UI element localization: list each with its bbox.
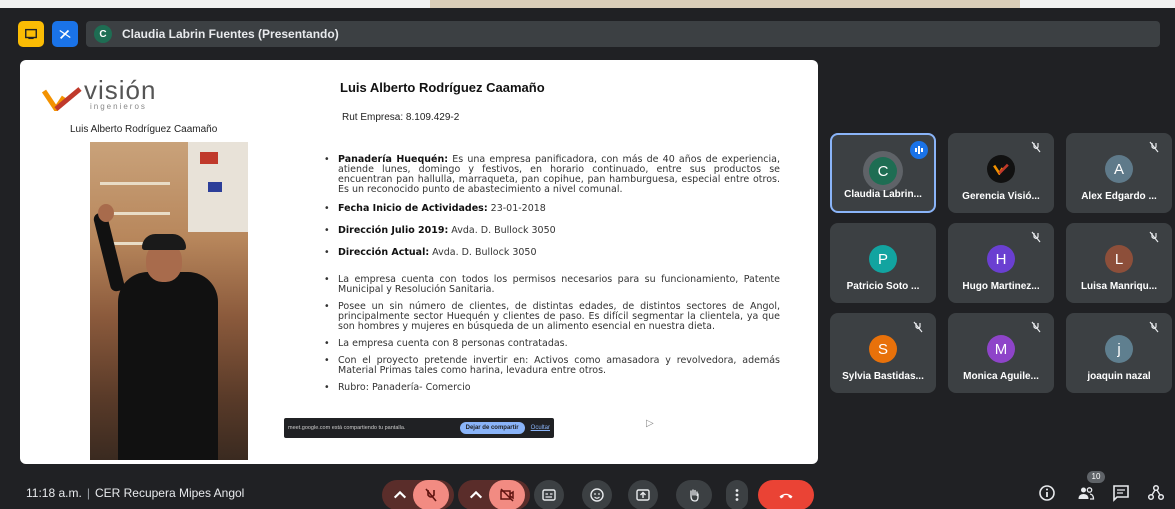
mic-off-icon — [1031, 321, 1041, 333]
list-item: Dirección Actual: Avda. D. Bullock 3050 — [320, 248, 780, 259]
presenter-name: Claudia Labrin Fuentes (Presentando) — [122, 27, 339, 41]
pen-off-icon — [59, 29, 71, 39]
presentation-layout-button[interactable] — [18, 21, 44, 47]
people-icon[interactable] — [1077, 484, 1095, 502]
list-item: Panadería Huequén: Es una empresa panifi… — [320, 155, 780, 195]
participant-name: joaquin nazal — [1087, 371, 1151, 382]
presentation-icon — [25, 28, 37, 40]
company-rut: Rut Empresa: 8.109.429-2 — [342, 112, 460, 123]
participant-tile[interactable]: j joaquin nazal — [1066, 313, 1172, 393]
participant-name: Gerencia Visió... — [962, 191, 1040, 202]
reactions-button[interactable] — [582, 480, 612, 509]
mic-control-group — [382, 480, 454, 509]
participant-tile[interactable]: M Monica Aguile... — [948, 313, 1054, 393]
mic-off-icon — [1149, 321, 1159, 333]
cursor-icon: ▷ — [646, 418, 654, 429]
participant-tile[interactable]: H Hugo Martinez... — [948, 223, 1054, 303]
avatar: A — [1105, 155, 1133, 183]
meeting-time: 11:18 a.m. — [26, 486, 82, 500]
participant-name: Sylvia Bastidas... — [842, 371, 924, 382]
list-item: Dirección Julio 2019: Avda. D. Bullock 3… — [320, 226, 780, 237]
participant-name: Luisa Manriqu... — [1080, 281, 1158, 292]
logo-word: visión — [84, 75, 157, 105]
participant-name: Monica Aguile... — [963, 371, 1039, 382]
hand-icon — [690, 489, 699, 502]
mic-off-icon — [1031, 141, 1041, 153]
list-item: Con el proyecto pretende invertir en: Ac… — [320, 356, 780, 376]
meeting-details-icon[interactable] — [1038, 484, 1056, 502]
mic-off-icon — [913, 321, 923, 333]
bakery-photo — [90, 142, 248, 460]
vision-logo: visión ingenieros — [42, 75, 157, 111]
list-item: Fecha Inicio de Actividades: 23-01-2018 — [320, 204, 780, 215]
camera-toggle-button[interactable] — [489, 480, 525, 509]
participant-tile[interactable]: C Claudia Labrin... — [830, 133, 936, 213]
slide-title: Luis Alberto Rodríguez Caamaño — [340, 80, 545, 95]
list-item: La empresa cuenta con todos los permisos… — [320, 275, 780, 295]
mic-toggle-button[interactable] — [413, 480, 449, 509]
mic-options-chevron-icon[interactable] — [387, 487, 413, 503]
screen-share-notice: meet.google.com está compartiendo tu pan… — [284, 418, 554, 438]
logo-subtitle: ingenieros — [90, 102, 147, 111]
speaking-indicator-icon — [910, 141, 928, 159]
activities-icon[interactable] — [1147, 484, 1165, 502]
mic-off-icon — [1149, 231, 1159, 243]
time-separator: | — [86, 486, 90, 500]
mic-off-icon — [1149, 141, 1159, 153]
photo-caption: Luis Alberto Rodríguez Caamaño — [70, 124, 218, 135]
camera-control-group — [458, 480, 530, 509]
end-call-icon — [779, 493, 793, 499]
meeting-info: 11:18 a.m. | CER Recupera Mipes Angol — [26, 486, 244, 500]
more-vert-icon — [735, 489, 739, 501]
stop-presenting-button[interactable] — [52, 21, 78, 47]
list-item: Posee un sin número de clientes, de dist… — [320, 302, 780, 332]
participant-tile[interactable]: L Luisa Manriqu... — [1066, 223, 1172, 303]
captions-button[interactable] — [534, 480, 564, 509]
shared-slide: visión ingenieros Luis Alberto Rodríguez… — [20, 60, 818, 464]
raise-hand-button[interactable] — [676, 480, 712, 509]
present-screen-button[interactable] — [628, 480, 658, 509]
chat-icon[interactable] — [1112, 484, 1130, 502]
participant-tile[interactable]: S Sylvia Bastidas... — [830, 313, 936, 393]
avatar: L — [1105, 245, 1133, 273]
participant-count-badge: 10 — [1087, 471, 1105, 483]
emoji-icon — [590, 488, 604, 502]
list-item: Rubro: Panadería- Comercio — [320, 383, 780, 394]
avatar: C — [869, 157, 897, 185]
avatar: H — [987, 245, 1015, 273]
bottom-control-bar: 11:18 a.m. | CER Recupera Mipes Angol — [0, 470, 1175, 509]
bullet-list: Panadería Huequén: Es una empresa panifi… — [320, 155, 780, 394]
stop-sharing-button[interactable]: Dejar de compartir — [459, 422, 525, 434]
present-icon — [636, 489, 650, 501]
leave-call-button[interactable] — [758, 480, 814, 509]
mic-off-icon — [425, 488, 437, 502]
avatar: j — [1105, 335, 1133, 363]
presenter-avatar: C — [94, 25, 112, 43]
participant-name: Hugo Martinez... — [962, 281, 1040, 292]
participant-name: Claudia Labrin... — [844, 189, 922, 200]
camera-options-chevron-icon[interactable] — [463, 487, 489, 503]
list-item: La empresa cuenta con 8 personas contrat… — [320, 339, 780, 350]
captions-icon — [542, 489, 556, 501]
avatar: S — [869, 335, 897, 363]
presentation-bar: C Claudia Labrin Fuentes (Presentando) — [18, 20, 1168, 48]
avatar: P — [869, 245, 897, 273]
share-notice-text: meet.google.com está compartiendo tu pan… — [288, 425, 406, 431]
top-strip — [0, 0, 1175, 8]
avatar: M — [987, 335, 1015, 363]
participant-tile[interactable]: Gerencia Visió... — [948, 133, 1054, 213]
top-strip-band — [430, 0, 1020, 8]
participant-tile[interactable]: A Alex Edgardo ... — [1066, 133, 1172, 213]
vision-avatar-logo — [987, 155, 1015, 183]
participant-tile[interactable]: P Patricio Soto ... — [830, 223, 936, 303]
meeting-name: CER Recupera Mipes Angol — [94, 486, 245, 500]
participant-name: Alex Edgardo ... — [1081, 191, 1157, 202]
presenter-pill[interactable]: C Claudia Labrin Fuentes (Presentando) — [86, 21, 1160, 47]
camera-off-icon — [500, 488, 514, 502]
mic-off-icon — [1031, 231, 1041, 243]
more-options-button[interactable] — [726, 480, 748, 509]
hide-notice-link[interactable]: Ocultar — [531, 425, 550, 431]
vision-logo-mark — [42, 87, 82, 111]
participant-name: Patricio Soto ... — [846, 281, 920, 292]
